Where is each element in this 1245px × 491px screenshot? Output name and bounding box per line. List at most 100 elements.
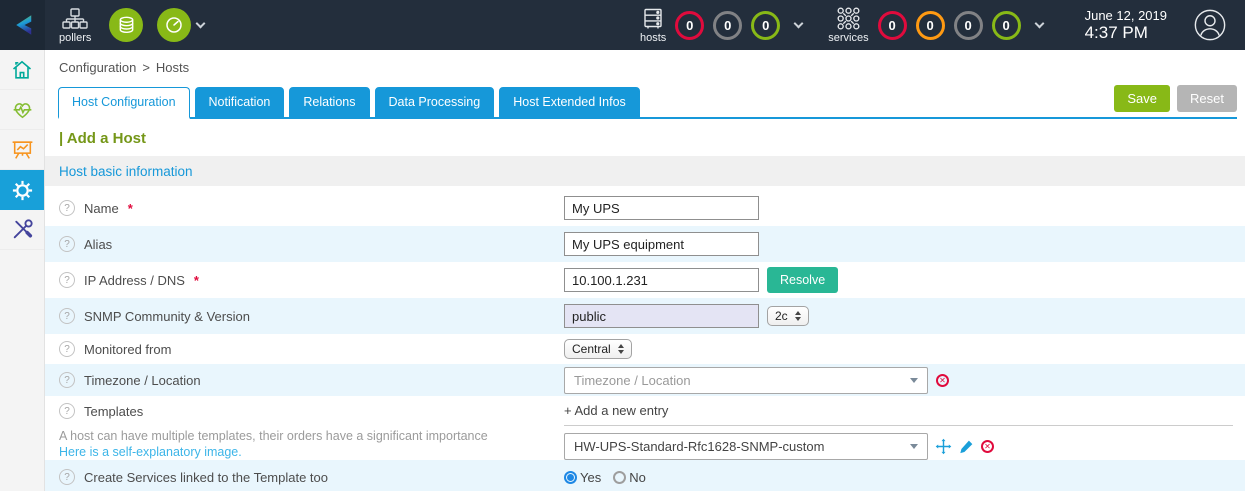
hosts-up-badge[interactable]: 0	[751, 11, 780, 40]
hosts-down-badge[interactable]: 0	[675, 11, 704, 40]
home-icon	[10, 58, 34, 82]
create-services-label: Create Services linked to the Template t…	[84, 470, 328, 485]
form-row-name: ? Name *	[45, 190, 1245, 226]
help-icon[interactable]: ?	[59, 341, 75, 357]
template-edit-button[interactable]	[959, 439, 974, 454]
timezone-clear-icon[interactable]: ✕	[936, 374, 949, 387]
templates-help-link[interactable]: Here is a self-explanatory image.	[59, 445, 564, 459]
help-icon[interactable]: ?	[59, 403, 75, 419]
sidebar-item-administration[interactable]	[0, 210, 44, 250]
sidebar-item-monitoring[interactable]	[0, 90, 44, 130]
templates-help-text: A host can have multiple templates, thei…	[59, 428, 564, 445]
tab-host-extended-infos[interactable]: Host Extended Infos	[499, 87, 640, 117]
sidebar-item-home[interactable]	[0, 50, 44, 90]
breadcrumb-hosts[interactable]: Hosts	[156, 60, 189, 75]
sidebar-item-reporting[interactable]	[0, 130, 44, 170]
select-spinner-icon	[618, 344, 624, 354]
resolve-button[interactable]: Resolve	[767, 267, 838, 293]
template-value: HW-UPS-Standard-Rfc1628-SNMP-custom	[574, 439, 910, 454]
services-warning-badge[interactable]: 0	[916, 11, 945, 40]
services-ok-badge[interactable]: 0	[992, 11, 1021, 40]
hosts-menu[interactable]: hosts	[640, 7, 666, 44]
form-row-snmp: ? SNMP Community & Version 2c	[45, 298, 1245, 334]
template-delete-icon[interactable]: ✕	[981, 440, 994, 453]
reset-button[interactable]: Reset	[1177, 85, 1237, 112]
wrench-screwdriver-icon	[10, 217, 35, 242]
help-icon[interactable]: ?	[59, 200, 75, 216]
pencil-icon	[959, 439, 974, 454]
form-row-monitored-from: ? Monitored from Central	[45, 334, 1245, 364]
timezone-select[interactable]: Timezone / Location	[564, 367, 928, 394]
create-services-no-label[interactable]: No	[629, 470, 646, 485]
clock: June 12, 2019 4:37 PM	[1085, 8, 1167, 43]
services-status-chevron-down-icon[interactable]	[1034, 18, 1044, 28]
database-icon	[117, 15, 136, 35]
poller-status-chevron-down-icon[interactable]	[196, 18, 206, 28]
dropdown-caret-icon	[910, 378, 918, 383]
breadcrumb-separator: >	[142, 60, 150, 75]
pollers-status-button[interactable]	[157, 8, 191, 42]
breadcrumb-configuration[interactable]: Configuration	[59, 60, 136, 75]
databases-status-button[interactable]	[109, 8, 143, 42]
services-label: services	[828, 32, 868, 44]
services-menu[interactable]: services	[828, 6, 868, 44]
monitored-from-value: Central	[572, 342, 611, 356]
pollers-menu[interactable]: pollers	[59, 7, 91, 44]
add-template-entry-link[interactable]: + Add a new entry	[564, 403, 1233, 426]
ip-label: IP Address / DNS	[84, 273, 185, 288]
template-move-handle[interactable]	[935, 438, 952, 455]
current-date: June 12, 2019	[1085, 8, 1167, 23]
form-row-alias: ? Alias	[45, 226, 1245, 262]
pollers-label: pollers	[59, 32, 91, 44]
template-select[interactable]: HW-UPS-Standard-Rfc1628-SNMP-custom	[564, 433, 928, 460]
create-services-yes-label[interactable]: Yes	[580, 470, 601, 485]
top-header: pollers hosts 0 0 0	[0, 0, 1245, 50]
templates-label: Templates	[84, 404, 143, 419]
form-row-create-services: ? Create Services linked to the Template…	[45, 460, 1245, 491]
help-icon[interactable]: ?	[59, 469, 75, 485]
create-services-no-radio[interactable]	[613, 471, 626, 484]
page-title: | Add a Host	[59, 130, 1245, 147]
host-alias-input[interactable]	[564, 232, 759, 256]
hosts-unreachable-badge[interactable]: 0	[713, 11, 742, 40]
main-content: Configuration > Hosts Host Configuration…	[45, 50, 1245, 491]
services-unknown-badge[interactable]: 0	[954, 11, 983, 40]
services-critical-badge[interactable]: 0	[878, 11, 907, 40]
alias-label: Alias	[84, 237, 112, 252]
snmp-community-input[interactable]	[564, 304, 759, 328]
sidebar-item-configuration[interactable]	[0, 170, 44, 210]
services-icon	[836, 6, 861, 31]
hosts-label: hosts	[640, 32, 666, 44]
snmp-version-value: 2c	[775, 309, 788, 323]
tab-relations[interactable]: Relations	[289, 87, 369, 117]
snmp-version-select[interactable]: 2c	[767, 306, 809, 326]
gauge-icon	[164, 15, 184, 35]
breadcrumb: Configuration > Hosts	[45, 50, 1245, 83]
save-button[interactable]: Save	[1114, 85, 1170, 112]
tab-bar: Host Configuration Notification Relation…	[58, 85, 1237, 119]
user-icon	[1193, 8, 1227, 42]
centreon-logo-icon	[8, 10, 38, 40]
presentation-chart-icon	[10, 137, 35, 162]
host-ip-input[interactable]	[564, 268, 759, 292]
monitored-from-select[interactable]: Central	[564, 339, 632, 359]
form-row-ip: ? IP Address / DNS * Resolve	[45, 262, 1245, 298]
tab-host-configuration[interactable]: Host Configuration	[58, 87, 190, 119]
user-profile-button[interactable]	[1193, 8, 1227, 42]
tab-notification[interactable]: Notification	[195, 87, 285, 117]
snmp-label: SNMP Community & Version	[84, 309, 250, 324]
pollers-icon	[62, 7, 88, 31]
main-nav-sidebar	[0, 50, 45, 491]
tab-data-processing[interactable]: Data Processing	[375, 87, 495, 117]
select-spinner-icon	[795, 311, 801, 321]
help-icon[interactable]: ?	[59, 308, 75, 324]
help-icon[interactable]: ?	[59, 272, 75, 288]
hosts-status-chevron-down-icon[interactable]	[794, 18, 804, 28]
host-name-input[interactable]	[564, 196, 759, 220]
required-marker: *	[194, 273, 199, 288]
heart-pulse-icon	[10, 97, 35, 122]
help-icon[interactable]: ?	[59, 236, 75, 252]
help-icon[interactable]: ?	[59, 372, 75, 388]
centreon-logo[interactable]	[0, 0, 45, 50]
create-services-yes-radio[interactable]	[564, 471, 577, 484]
